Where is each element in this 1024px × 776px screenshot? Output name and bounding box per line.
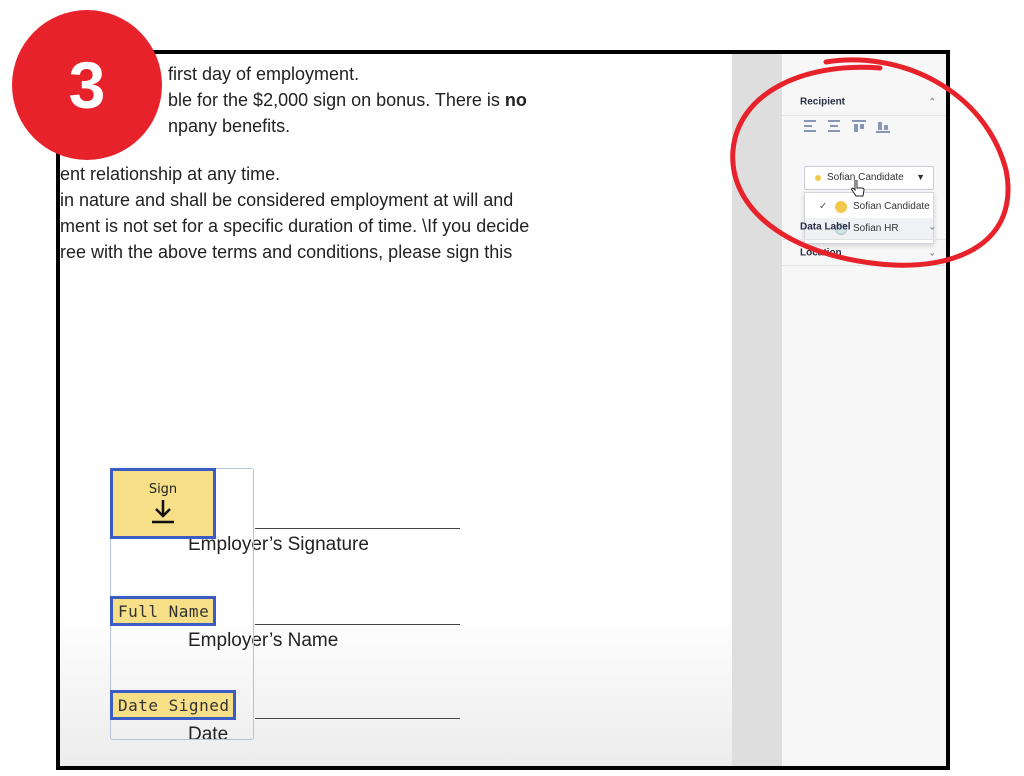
data-label-section-header[interactable]: Data Label ⌄ (782, 214, 946, 240)
align-top-icon[interactable] (851, 118, 867, 134)
recipient-color-dot (815, 175, 821, 181)
properties-panel (782, 54, 946, 766)
signature-line (255, 528, 460, 529)
recipient-option-label: Sofian Candidate (853, 201, 930, 212)
doc-line-4: ent relationship at any time. (60, 164, 281, 184)
recipient-section-title: Recipient (800, 96, 846, 107)
align-left-icon[interactable] (803, 118, 819, 134)
screen-frame: first day of employment. ble for the $2,… (56, 50, 950, 770)
chevron-up-icon: ⌃ (928, 96, 936, 106)
align-toolbar (803, 118, 891, 138)
download-arrow-icon (152, 500, 174, 524)
location-section-header[interactable]: Location ⌄ (782, 240, 946, 266)
document-page: first day of employment. ble for the $2,… (60, 54, 732, 766)
align-center-icon[interactable] (827, 118, 843, 134)
hand-pointer-cursor-icon (851, 180, 865, 197)
sign-field-label: Sign (148, 482, 178, 497)
name-line (255, 624, 460, 625)
date-signed-field[interactable]: Date Signed (110, 690, 237, 720)
step-number: 3 (68, 48, 106, 122)
chevron-down-icon: ⌄ (928, 221, 936, 231)
candidate-color-dot (835, 201, 847, 213)
doc-line-2: ble for the $2,000 sign on bonus. There … (168, 90, 527, 110)
align-bottom-icon[interactable] (875, 118, 891, 134)
date-line (255, 718, 460, 719)
doc-line-7: ree with the above terms and conditions,… (60, 242, 513, 262)
step-number-badge: 3 (12, 10, 162, 160)
doc-line-2-bold: no (504, 90, 527, 110)
doc-line-6: ment is not set for a specific duration … (60, 216, 530, 236)
recipient-section-header[interactable]: Recipient ⌃ (782, 88, 946, 116)
data-label-section-title: Data Label (800, 221, 851, 232)
caret-down-icon: ▼ (916, 172, 925, 182)
doc-line-5: in nature and shall be considered employ… (60, 190, 514, 210)
check-icon: ✓ (819, 201, 828, 212)
doc-line-3: npany benefits. (168, 116, 291, 136)
full-name-field[interactable]: Full Name (110, 596, 217, 626)
chevron-down-icon: ⌄ (928, 247, 936, 257)
recipient-select[interactable]: Sofian Candidate ▼ (804, 166, 934, 190)
page-gutter (732, 54, 782, 766)
location-section-title: Location (800, 247, 842, 258)
doc-line-1: first day of employment. (168, 64, 360, 84)
sign-field[interactable]: Sign (110, 468, 216, 539)
